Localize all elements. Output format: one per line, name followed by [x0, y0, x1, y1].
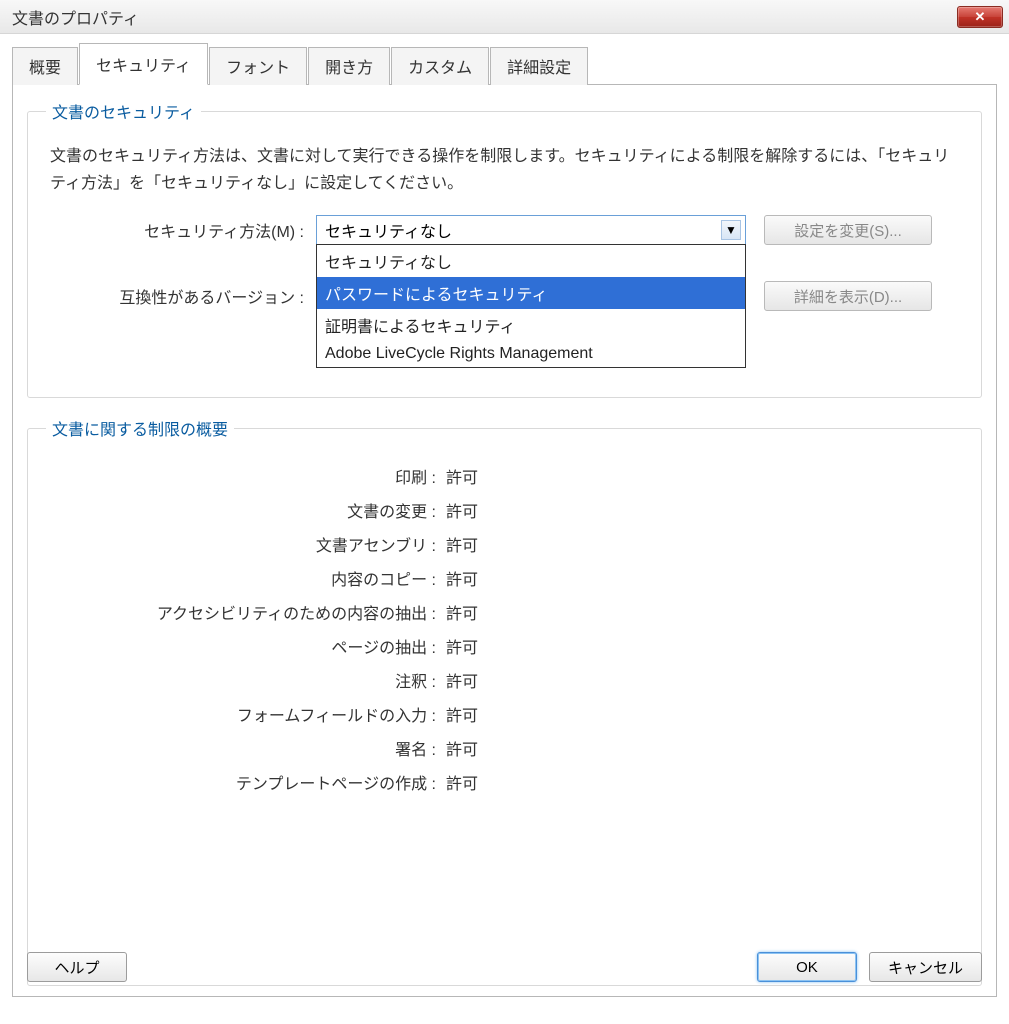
restriction-row: テンプレートページの作成 : 許可 [46, 770, 963, 794]
restriction-value: 許可 [446, 702, 478, 726]
security-method-label: セキュリティ方法(M) : [46, 218, 316, 242]
tab-overview[interactable]: 概要 [12, 47, 78, 85]
restriction-label: 文書の変更 : [46, 498, 446, 522]
restriction-label: テンプレートページの作成 : [46, 770, 446, 794]
tab-content: 文書のセキュリティ 文書のセキュリティ方法は、文書に対して実行できる操作を制限し… [12, 85, 997, 997]
restriction-label: ページの抽出 : [46, 634, 446, 658]
restriction-row: 注釈 : 許可 [46, 668, 963, 692]
restriction-label: 印刷 : [46, 464, 446, 488]
tab-initial-view[interactable]: 開き方 [308, 47, 390, 85]
security-method-combobox[interactable]: セキュリティなし ▼ [316, 215, 746, 245]
tab-custom[interactable]: カスタム [391, 47, 489, 85]
restriction-row: アクセシビリティのための内容の抽出 : 許可 [46, 600, 963, 624]
restriction-label: 注釈 : [46, 668, 446, 692]
restriction-label: フォームフィールドの入力 : [46, 702, 446, 726]
security-description: 文書のセキュリティ方法は、文書に対して実行できる操作を制限します。セキュリティに… [50, 143, 959, 197]
titlebar: 文書のプロパティ ✕ [0, 0, 1009, 34]
restriction-row: 文書の変更 : 許可 [46, 498, 963, 522]
close-button[interactable]: ✕ [957, 6, 1003, 28]
help-button[interactable]: ヘルプ [27, 952, 127, 982]
change-settings-button: 設定を変更(S)... [764, 215, 932, 245]
chevron-down-icon: ▼ [721, 220, 741, 240]
ok-button[interactable]: OK [757, 952, 857, 982]
restriction-value: 許可 [446, 736, 478, 760]
option-certificate-security[interactable]: 証明書によるセキュリティ [317, 309, 745, 341]
option-livecycle-rm[interactable]: Adobe LiveCycle Rights Management [317, 341, 745, 367]
tab-advanced[interactable]: 詳細設定 [490, 47, 588, 85]
restriction-label: 署名 : [46, 736, 446, 760]
dialog-footer: ヘルプ OK キャンセル [27, 952, 982, 982]
window-title: 文書のプロパティ [12, 5, 139, 29]
tab-fonts[interactable]: フォント [209, 47, 307, 85]
compatibility-label: 互換性があるバージョン : [46, 284, 316, 308]
restriction-value: 許可 [446, 770, 478, 794]
restriction-value: 許可 [446, 668, 478, 692]
tab-security[interactable]: セキュリティ [79, 43, 208, 85]
restriction-row: 署名 : 許可 [46, 736, 963, 760]
security-method-dropdown: セキュリティなし パスワードによるセキュリティ 証明書によるセキュリティ Ado… [316, 244, 746, 368]
restriction-row: 文書アセンブリ : 許可 [46, 532, 963, 556]
restriction-value: 許可 [446, 498, 478, 522]
restriction-value: 許可 [446, 600, 478, 624]
security-group-title: 文書のセキュリティ [46, 99, 201, 123]
restriction-label: 文書アセンブリ : [46, 532, 446, 556]
option-no-security[interactable]: セキュリティなし [317, 245, 745, 277]
restriction-label: 内容のコピー : [46, 566, 446, 590]
close-icon: ✕ [975, 9, 986, 25]
restriction-label: アクセシビリティのための内容の抽出 : [46, 600, 446, 624]
security-method-value: セキュリティなし [325, 218, 452, 242]
cancel-button[interactable]: キャンセル [869, 952, 982, 982]
restriction-row: 内容のコピー : 許可 [46, 566, 963, 590]
restriction-value: 許可 [446, 566, 478, 590]
restrictions-group-title: 文書に関する制限の概要 [46, 416, 234, 440]
tab-strip: 概要 セキュリティ フォント 開き方 カスタム 詳細設定 [12, 42, 997, 85]
restriction-row: フォームフィールドの入力 : 許可 [46, 702, 963, 726]
show-details-button: 詳細を表示(D)... [764, 281, 932, 311]
restrictions-group: 文書に関する制限の概要 印刷 : 許可 文書の変更 : 許可 文書アセンブリ :… [27, 416, 982, 986]
restriction-value: 許可 [446, 532, 478, 556]
restriction-row: 印刷 : 許可 [46, 464, 963, 488]
option-password-security[interactable]: パスワードによるセキュリティ [317, 277, 745, 309]
restriction-value: 許可 [446, 634, 478, 658]
restriction-value: 許可 [446, 464, 478, 488]
restriction-row: ページの抽出 : 許可 [46, 634, 963, 658]
security-group: 文書のセキュリティ 文書のセキュリティ方法は、文書に対して実行できる操作を制限し… [27, 99, 982, 398]
